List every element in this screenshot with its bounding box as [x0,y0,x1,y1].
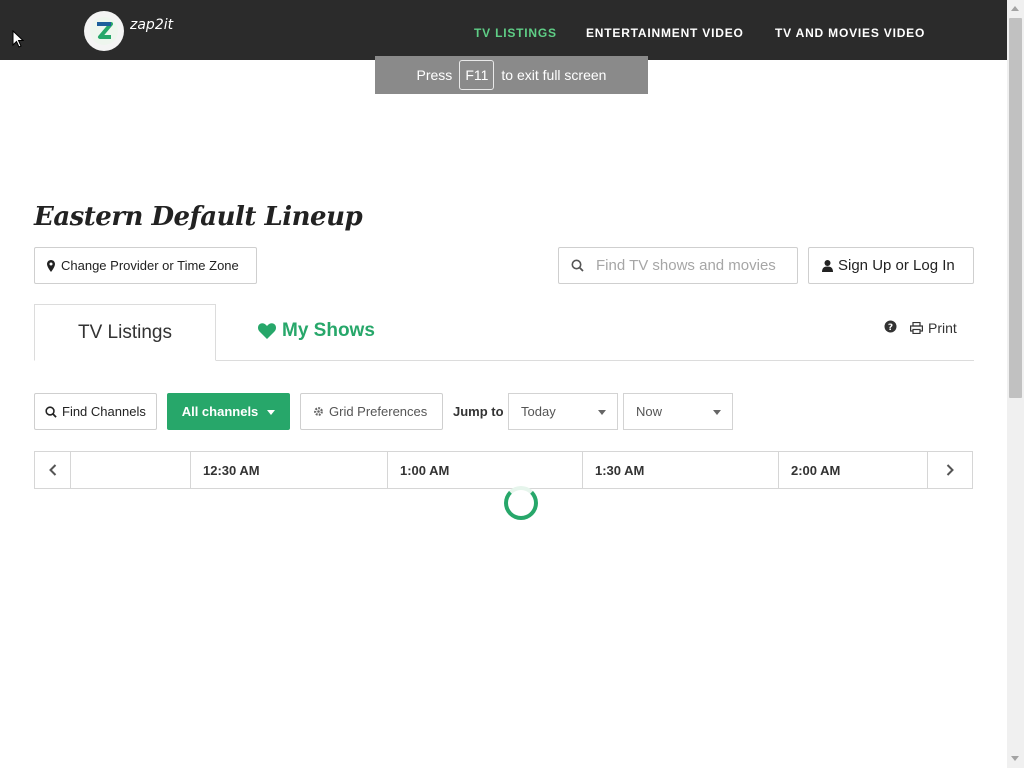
caret-down-icon [713,410,721,415]
scroll-up-arrow-icon[interactable] [1011,6,1019,11]
lineup-title: Eastern Default Lineup [34,202,363,232]
zap2it-logo-icon[interactable] [84,11,124,51]
mouse-cursor-icon [12,30,24,48]
search-icon [45,405,57,418]
chevron-left-icon [48,464,56,476]
search-icon [571,259,584,272]
svg-text:?: ? [888,323,893,333]
heart-icon [258,323,276,339]
nav-tv-listings[interactable]: TV LISTINGS [474,26,557,40]
jump-to-label: Jump to [453,404,504,419]
caret-down-icon [267,410,276,415]
change-provider-button[interactable]: Change Provider or Time Zone [34,247,257,284]
map-pin-icon [47,259,55,272]
nav-entertainment-video[interactable]: ENTERTAINMENT VIDEO [586,26,744,40]
time-slot: 2:00 AM [778,452,927,488]
time-slot: 12:30 AM [190,452,387,488]
print-button[interactable]: Print [910,320,957,336]
chevron-right-icon [946,464,954,476]
find-channels-button[interactable]: Find Channels [34,393,157,430]
toast-key: F11 [459,60,495,90]
sign-in-label: Sign Up or Log In [838,257,955,274]
time-select[interactable]: Now [623,393,733,430]
time-slot: 1:00 AM [387,452,582,488]
gear-icon [314,407,323,416]
scroll-down-arrow-icon[interactable] [1011,756,1019,761]
sign-in-button[interactable]: Sign Up or Log In [808,247,974,284]
tab-tv-listings[interactable]: TV Listings [34,304,216,361]
user-icon [822,259,833,272]
all-channels-label: All channels [181,404,259,419]
loading-spinner-icon [504,486,538,520]
time-select-value: Now [636,404,663,419]
my-shows-label: My Shows [282,320,375,341]
grid-preferences-label: Grid Preferences [329,404,428,419]
toast-prefix: Press [416,67,453,83]
nav-tv-and-movies-video[interactable]: TV AND MOVIES VIDEO [775,26,925,40]
change-provider-label: Change Provider or Time Zone [61,258,239,273]
time-slot: 1:30 AM [582,452,778,488]
next-time-button[interactable] [927,452,972,488]
brand-name[interactable]: zap2it [130,17,173,33]
help-icon[interactable]: ? [884,320,897,338]
time-slot-bar: 12:30 AM 1:00 AM 1:30 AM 2:00 AM [34,451,973,489]
all-channels-dropdown[interactable]: All channels [167,393,290,430]
scrollbar-thumb[interactable] [1009,18,1022,398]
search-box[interactable] [558,247,798,284]
fullscreen-toast: Press F11 to exit full screen [375,56,648,94]
grid-preferences-button[interactable]: Grid Preferences [300,393,443,430]
top-navbar: zap2it TV LISTINGS ENTERTAINMENT VIDEO T… [0,0,1007,60]
toast-suffix: to exit full screen [501,67,607,83]
vertical-scrollbar[interactable] [1007,0,1024,768]
channel-column-header [70,452,190,488]
find-channels-label: Find Channels [62,404,146,419]
tab-my-shows[interactable]: My Shows [258,320,375,342]
day-select[interactable]: Today [508,393,618,430]
caret-down-icon [598,410,606,415]
day-select-value: Today [521,404,556,419]
printer-icon [910,322,923,334]
print-label: Print [928,320,957,336]
prev-time-button[interactable] [35,452,70,488]
search-input[interactable] [594,256,788,275]
